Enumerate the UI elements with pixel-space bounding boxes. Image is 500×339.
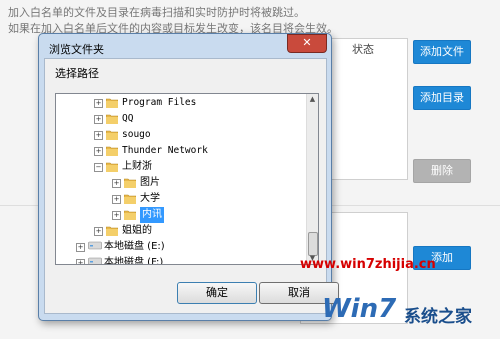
ok-button[interactable]: 确定 (177, 282, 257, 304)
expand-icon[interactable]: + (112, 211, 121, 220)
expand-icon[interactable]: + (94, 227, 103, 236)
add-directory-button[interactable]: 添加目录 (413, 86, 471, 110)
scroll-up-icon[interactable]: ▲ (307, 94, 318, 105)
whitelist-description-1: 加入白名单的文件及目录在病毒扫描和实时防护时将被跳过。 (8, 6, 305, 19)
tree-item-label: 本地磁盘 (E:) (104, 241, 165, 252)
tree-item-label: Thunder Network (122, 145, 208, 156)
browse-folder-dialog: 浏览文件夹 ✕ 选择路径 + Program Files + QQ + sougo + Thu… (38, 33, 339, 321)
expand-icon[interactable]: + (94, 99, 103, 108)
tree-item-label: 大学 (140, 193, 160, 204)
drive-icon (88, 257, 102, 264)
tree-item[interactable]: + 本地磁盘 (E:) (56, 239, 304, 255)
select-path-label: 选择路径 (55, 67, 99, 80)
tree-item[interactable]: − 上财浙 (56, 159, 304, 175)
tree-item[interactable]: + Program Files (56, 95, 304, 111)
tree-item[interactable]: + QQ (56, 111, 304, 127)
folder-icon (106, 225, 118, 236)
folder-icon (124, 209, 136, 220)
folder-icon (106, 145, 118, 156)
tree-item-label: QQ (122, 113, 134, 124)
tree-item-label: 姐姐的 (122, 225, 152, 236)
tree-item-label: Program Files (122, 97, 197, 108)
tree-scrollbar[interactable]: ▲ ▼ (306, 94, 318, 264)
tree-item[interactable]: + Thunder Network (56, 143, 304, 159)
tree-item[interactable]: + sougo (56, 127, 304, 143)
expand-icon[interactable]: + (76, 259, 85, 264)
delete-button[interactable]: 删除 (413, 159, 471, 183)
expand-icon[interactable]: + (112, 195, 121, 204)
status-column-header: 状态 (352, 43, 374, 56)
expand-icon[interactable]: + (94, 131, 103, 140)
expand-icon[interactable]: + (94, 115, 103, 124)
folder-icon (106, 97, 118, 108)
folder-tree[interactable]: + Program Files + QQ + sougo + Thunder Network −… (55, 93, 319, 265)
tree-item[interactable]: + 姐姐的 (56, 223, 304, 239)
expand-icon[interactable]: + (112, 179, 121, 188)
tree-item-label: 上财浙 (122, 161, 152, 172)
folder-icon (124, 193, 136, 204)
tree-item-label: 本地磁盘 (F:) (104, 257, 164, 265)
tree-item[interactable]: + 图片 (56, 175, 304, 191)
expand-icon[interactable]: + (76, 243, 85, 252)
dialog-title: 浏览文件夹 (49, 43, 104, 56)
add-file-button[interactable]: 添加文件 (413, 40, 471, 64)
close-icon[interactable]: ✕ (287, 34, 327, 53)
tree-item-label: 图片 (140, 177, 160, 188)
folder-icon (106, 161, 118, 172)
tree-item[interactable]: + 本地磁盘 (F:) (56, 255, 304, 265)
watermark-url: www.win7zhijia.cn (300, 257, 436, 272)
watermark-brand: 系统之家 (404, 307, 472, 327)
collapse-icon[interactable]: − (94, 163, 103, 172)
watermark-logo: Win7 (322, 294, 397, 324)
folder-icon (124, 177, 136, 188)
tree-item[interactable]: + 内讯 (56, 207, 304, 223)
folder-icon (106, 129, 118, 140)
tree-item-label: sougo (122, 129, 151, 140)
tree-item[interactable]: + 大学 (56, 191, 304, 207)
dialog-body: 选择路径 + Program Files + QQ + sougo + Thunder Net… (44, 58, 339, 314)
expand-icon[interactable]: + (94, 147, 103, 156)
drive-icon (88, 241, 102, 252)
tree-item-label: 内讯 (140, 207, 164, 223)
folder-icon (106, 113, 118, 124)
